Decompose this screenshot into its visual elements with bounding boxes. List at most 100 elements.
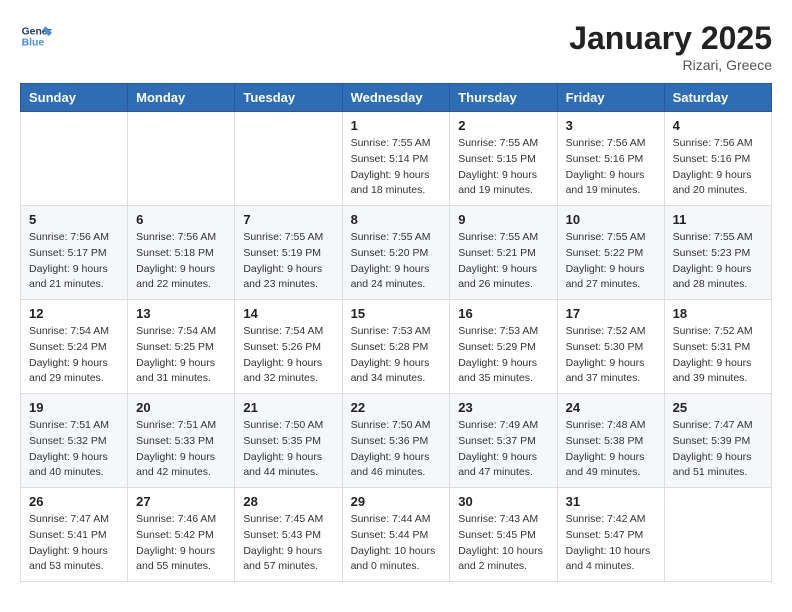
day-info: Sunrise: 7:52 AMSunset: 5:30 PMDaylight:… [566,324,656,387]
week-row-1: 1Sunrise: 7:55 AMSunset: 5:14 PMDaylight… [21,112,772,206]
day-number: 17 [566,306,656,321]
day-number: 13 [136,306,226,321]
day-info: Sunrise: 7:56 AMSunset: 5:16 PMDaylight:… [673,136,763,199]
week-row-2: 5Sunrise: 7:56 AMSunset: 5:17 PMDaylight… [21,206,772,300]
day-info: Sunrise: 7:54 AMSunset: 5:24 PMDaylight:… [29,324,119,387]
day-cell: 13 Sunrise: 7:54 AMSunset: 5:25 PMDayligh… [128,300,235,394]
weekday-header-saturday: Saturday [664,84,771,112]
day-number: 26 [29,494,119,509]
day-number: 2 [458,118,548,133]
week-row-5: 26 Sunrise: 7:47 AMSunset: 5:41 PMDayligh… [21,488,772,582]
calendar-table: SundayMondayTuesdayWednesdayThursdayFrid… [20,83,772,582]
day-cell: 6 Sunrise: 7:56 AMSunset: 5:18 PMDaylight… [128,206,235,300]
logo: General Blue [20,20,52,52]
day-cell: 8 Sunrise: 7:55 AMSunset: 5:20 PMDaylight… [342,206,450,300]
day-cell: 3 Sunrise: 7:56 AMSunset: 5:16 PMDaylight… [557,112,664,206]
day-info: Sunrise: 7:51 AMSunset: 5:32 PMDaylight:… [29,418,119,481]
day-info: Sunrise: 7:56 AMSunset: 5:17 PMDaylight:… [29,230,119,293]
day-cell: 11 Sunrise: 7:55 AMSunset: 5:23 PMDayligh… [664,206,771,300]
page-header: General Blue January 2025 Rizari, Greece [20,20,772,73]
day-cell: 4 Sunrise: 7:56 AMSunset: 5:16 PMDaylight… [664,112,771,206]
day-info: Sunrise: 7:48 AMSunset: 5:38 PMDaylight:… [566,418,656,481]
day-number: 20 [136,400,226,415]
day-info: Sunrise: 7:42 AMSunset: 5:47 PMDaylight:… [566,512,656,575]
day-cell [128,112,235,206]
day-number: 10 [566,212,656,227]
week-row-4: 19 Sunrise: 7:51 AMSunset: 5:32 PMDayligh… [21,394,772,488]
day-cell: 7 Sunrise: 7:55 AMSunset: 5:19 PMDaylight… [235,206,342,300]
day-cell [21,112,128,206]
title-block: January 2025 Rizari, Greece [569,20,772,73]
day-info: Sunrise: 7:55 AMSunset: 5:22 PMDaylight:… [566,230,656,293]
day-cell: 1Sunrise: 7:55 AMSunset: 5:14 PMDaylight… [342,112,450,206]
day-info: Sunrise: 7:55 AMSunset: 5:15 PMDaylight:… [458,136,548,199]
day-cell: 17 Sunrise: 7:52 AMSunset: 5:30 PMDayligh… [557,300,664,394]
day-cell: 2 Sunrise: 7:55 AMSunset: 5:15 PMDaylight… [450,112,557,206]
day-number: 28 [243,494,333,509]
day-info: Sunrise: 7:55 AMSunset: 5:19 PMDaylight:… [243,230,333,293]
day-number: 4 [673,118,763,133]
svg-text:Blue: Blue [22,38,45,49]
day-info: Sunrise: 7:55 AMSunset: 5:23 PMDaylight:… [673,230,763,293]
day-number: 22 [351,400,442,415]
day-info: Sunrise: 7:50 AMSunset: 5:36 PMDaylight:… [351,418,442,481]
location-subtitle: Rizari, Greece [569,57,772,73]
day-info: Sunrise: 7:52 AMSunset: 5:31 PMDaylight:… [673,324,763,387]
day-cell: 26 Sunrise: 7:47 AMSunset: 5:41 PMDayligh… [21,488,128,582]
day-number: 12 [29,306,119,321]
day-cell: 14 Sunrise: 7:54 AMSunset: 5:26 PMDayligh… [235,300,342,394]
day-number: 30 [458,494,548,509]
day-info: Sunrise: 7:53 AMSunset: 5:29 PMDaylight:… [458,324,548,387]
day-cell: 10 Sunrise: 7:55 AMSunset: 5:22 PMDayligh… [557,206,664,300]
day-number: 16 [458,306,548,321]
day-number: 1 [351,118,442,133]
day-number: 21 [243,400,333,415]
day-cell: 25Sunrise: 7:47 AMSunset: 5:39 PMDayligh… [664,394,771,488]
day-info: Sunrise: 7:53 AMSunset: 5:28 PMDaylight:… [351,324,442,387]
day-cell: 9Sunrise: 7:55 AMSunset: 5:21 PMDaylight… [450,206,557,300]
day-info: Sunrise: 7:50 AMSunset: 5:35 PMDaylight:… [243,418,333,481]
day-number: 7 [243,212,333,227]
day-info: Sunrise: 7:55 AMSunset: 5:20 PMDaylight:… [351,230,442,293]
day-cell: 19 Sunrise: 7:51 AMSunset: 5:32 PMDayligh… [21,394,128,488]
day-cell: 22 Sunrise: 7:50 AMSunset: 5:36 PMDayligh… [342,394,450,488]
day-info: Sunrise: 7:56 AMSunset: 5:16 PMDaylight:… [566,136,656,199]
day-number: 8 [351,212,442,227]
day-info: Sunrise: 7:49 AMSunset: 5:37 PMDaylight:… [458,418,548,481]
weekday-header-sunday: Sunday [21,84,128,112]
day-info: Sunrise: 7:56 AMSunset: 5:18 PMDaylight:… [136,230,226,293]
day-cell [235,112,342,206]
day-cell: 27 Sunrise: 7:46 AMSunset: 5:42 PMDayligh… [128,488,235,582]
day-cell: 12 Sunrise: 7:54 AMSunset: 5:24 PMDayligh… [21,300,128,394]
day-number: 19 [29,400,119,415]
day-info: Sunrise: 7:54 AMSunset: 5:25 PMDaylight:… [136,324,226,387]
day-info: Sunrise: 7:46 AMSunset: 5:42 PMDaylight:… [136,512,226,575]
day-info: Sunrise: 7:51 AMSunset: 5:33 PMDaylight:… [136,418,226,481]
day-number: 25 [673,400,763,415]
day-number: 14 [243,306,333,321]
day-info: Sunrise: 7:47 AMSunset: 5:41 PMDaylight:… [29,512,119,575]
day-cell: 20 Sunrise: 7:51 AMSunset: 5:33 PMDayligh… [128,394,235,488]
weekday-header-monday: Monday [128,84,235,112]
day-info: Sunrise: 7:54 AMSunset: 5:26 PMDaylight:… [243,324,333,387]
weekday-header-row: SundayMondayTuesdayWednesdayThursdayFrid… [21,84,772,112]
day-number: 23 [458,400,548,415]
day-cell: 31 Sunrise: 7:42 AMSunset: 5:47 PMDayligh… [557,488,664,582]
day-number: 11 [673,212,763,227]
day-cell: 15 Sunrise: 7:53 AMSunset: 5:28 PMDayligh… [342,300,450,394]
day-cell [664,488,771,582]
day-cell: 30Sunrise: 7:43 AMSunset: 5:45 PMDayligh… [450,488,557,582]
day-cell: 24 Sunrise: 7:48 AMSunset: 5:38 PMDayligh… [557,394,664,488]
day-cell: 21 Sunrise: 7:50 AMSunset: 5:35 PMDayligh… [235,394,342,488]
day-number: 27 [136,494,226,509]
day-number: 31 [566,494,656,509]
day-number: 18 [673,306,763,321]
day-cell: 23 Sunrise: 7:49 AMSunset: 5:37 PMDayligh… [450,394,557,488]
logo-icon: General Blue [20,20,52,52]
weekday-header-thursday: Thursday [450,84,557,112]
day-number: 6 [136,212,226,227]
day-number: 24 [566,400,656,415]
day-number: 29 [351,494,442,509]
day-number: 15 [351,306,442,321]
day-number: 3 [566,118,656,133]
